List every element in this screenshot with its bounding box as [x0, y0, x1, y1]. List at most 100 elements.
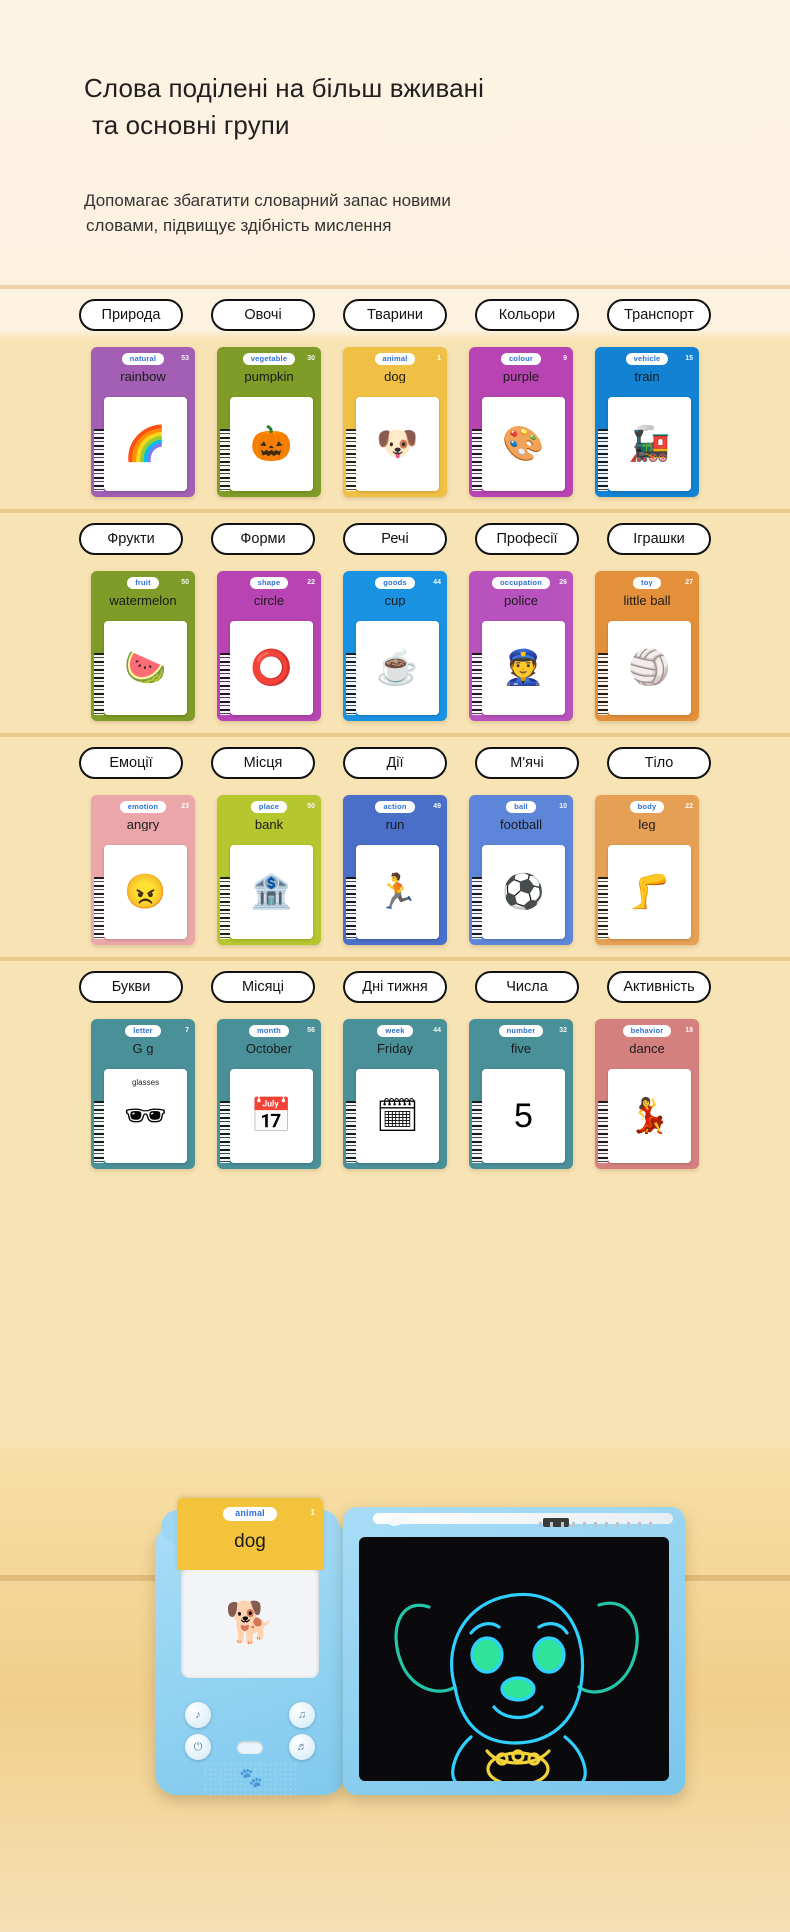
flashcard[interactable]: fruit 50 watermelon 🍉 — [91, 571, 195, 721]
page-subtitle: Допомагає збагатити словарний запас нови… — [0, 188, 790, 239]
barcode-strip-icon — [220, 653, 230, 715]
flashcard-image-icon: 🏦 — [250, 873, 293, 911]
flashcard[interactable]: toy 27 little ball 🏐 — [595, 571, 699, 721]
music-note-button[interactable]: ♪ — [185, 1702, 211, 1728]
flashcard-image-icon: 🌈 — [124, 425, 167, 463]
volume-button[interactable]: ♬ — [289, 1734, 315, 1760]
power-button[interactable]: ⏻ — [185, 1734, 211, 1760]
barcode-strip-icon — [220, 1101, 230, 1163]
device-button-row-top: ♪ ♫ — [185, 1702, 315, 1728]
device-card-slot[interactable]: 🐕 — [181, 1566, 319, 1678]
barcode-strip-icon — [472, 1101, 482, 1163]
flashcard-word: little ball — [623, 594, 671, 608]
category-chip[interactable]: Транспорт — [607, 299, 711, 331]
flashcard[interactable]: goods 44 cup ☕ — [343, 571, 447, 721]
flashcard-word: police — [504, 594, 538, 608]
barcode-strip-icon — [598, 653, 608, 715]
flashcard[interactable]: ball 10 football ⚽ — [469, 795, 573, 945]
category-chip[interactable]: Тіло — [607, 747, 711, 779]
flashcard-illustration: ⭕ — [230, 621, 313, 715]
flashcard-illustration: 🏐 — [608, 621, 691, 715]
flashcard-number: 44 — [433, 579, 441, 586]
flashcard[interactable]: action 49 run 🏃 — [343, 795, 447, 945]
category-chip[interactable]: Місця — [211, 747, 315, 779]
page-title-line-2: та основні групи — [92, 109, 290, 140]
barcode-strip-icon — [220, 877, 230, 939]
category-chip[interactable]: Місяці — [211, 971, 315, 1003]
flashcard[interactable]: animal 1 dog 🐶 — [343, 347, 447, 497]
shelf-divider — [0, 733, 790, 737]
flashcard[interactable]: week 44 Friday 🗓 — [343, 1019, 447, 1169]
flashcard-device: 🐕 animal 1 dog ♪ ♫ ⏻ ♬ 🐾 — [155, 1485, 685, 1796]
flashcard-word: football — [500, 818, 542, 832]
category-chip[interactable]: Фрукти — [79, 523, 183, 555]
barcode-strip-icon — [598, 877, 608, 939]
flashcard-word: cup — [384, 594, 406, 608]
category-chip[interactable]: Дні тижня — [343, 971, 447, 1003]
flashcard-image-icon: 🦵 — [628, 873, 671, 911]
flashcard-illustration: ⚽ — [482, 845, 565, 939]
page-subtitle-line-2: словами, підвищує здібність мислення — [86, 216, 392, 236]
flashcard-image-icon: 🍉 — [124, 649, 167, 687]
category-chip[interactable]: Овочі — [211, 299, 315, 331]
flashcard[interactable]: shape 22 circle ⭕ — [217, 571, 321, 721]
flashcard-word: purple — [502, 370, 540, 384]
category-chip[interactable]: Числа — [475, 971, 579, 1003]
flashcard-word: October — [245, 1042, 293, 1056]
flashcard[interactable]: letter 7 G g glasses 🕶 — [91, 1019, 195, 1169]
mode-switch-toggle[interactable] — [237, 1740, 263, 1754]
flashcard[interactable]: behavior 18 dance 💃 — [595, 1019, 699, 1169]
flashcard-number: 15 — [685, 355, 693, 362]
category-chip[interactable]: Тварини — [343, 299, 447, 331]
flashcard-illustration-label: glasses — [131, 1078, 160, 1087]
flashcard-number: 10 — [559, 803, 567, 810]
lcd-screen[interactable] — [359, 1537, 669, 1781]
flashcard-image-icon: 😠 — [124, 873, 167, 911]
flashcard-header: fruit 50 watermelon — [91, 571, 195, 617]
flashcard[interactable]: natural 53 rainbow 🌈 — [91, 347, 195, 497]
flashcard-header: body 22 leg — [595, 795, 699, 841]
flashcard[interactable]: body 22 leg 🦵 — [595, 795, 699, 945]
flashcard-category-tag: number — [498, 1025, 544, 1038]
flashcard-category-tag: occupation — [491, 577, 550, 590]
flashcard[interactable]: colour 9 purple 🎨 — [469, 347, 573, 497]
flashcard[interactable]: vehicle 15 train 🚂 — [595, 347, 699, 497]
flashcard-image-icon: ⚽ — [502, 873, 545, 911]
flashcard-illustration: 🏦 — [230, 845, 313, 939]
category-chip[interactable]: Кольори — [475, 299, 579, 331]
category-chip[interactable]: Дії — [343, 747, 447, 779]
flashcard[interactable]: occupation 26 police 👮 — [469, 571, 573, 721]
flashcard-image-icon: ⭕ — [250, 649, 293, 687]
flashcard-category-tag: place — [250, 801, 288, 814]
flashcard-illustration: glasses 🕶 — [104, 1069, 187, 1163]
barcode-strip-icon — [94, 877, 104, 939]
category-chip[interactable]: Емоції — [79, 747, 183, 779]
flashcard[interactable]: month 56 October 📅 — [217, 1019, 321, 1169]
flashcard-illustration: 😠 — [104, 845, 187, 939]
flashcard-header: animal 1 dog — [343, 347, 447, 393]
flashcard[interactable]: place 50 bank 🏦 — [217, 795, 321, 945]
flashcard-header: vegetable 30 pumpkin — [217, 347, 321, 393]
category-chip[interactable]: Форми — [211, 523, 315, 555]
category-chip[interactable]: Іграшки — [607, 523, 711, 555]
inserted-flashcard[interactable]: animal 1 dog — [177, 1498, 323, 1570]
flashcard-header: colour 9 purple — [469, 347, 573, 393]
flashcard[interactable]: emotion 23 angry 😠 — [91, 795, 195, 945]
flashcard-category-tag: letter — [125, 1025, 161, 1038]
category-chip[interactable]: Букви — [79, 971, 183, 1003]
category-chip[interactable]: Природа — [79, 299, 183, 331]
flashcard-image-icon: 🎃 — [250, 425, 293, 463]
lcd-writing-tablet[interactable] — [343, 1507, 685, 1795]
flashcard[interactable]: vegetable 30 pumpkin 🎃 — [217, 347, 321, 497]
category-chip[interactable]: Речі — [343, 523, 447, 555]
flashcard-header: goods 44 cup — [343, 571, 447, 617]
category-chip[interactable]: Активність — [607, 971, 711, 1003]
music-note-button-2[interactable]: ♫ — [289, 1702, 315, 1728]
flashcard-image-icon: ☕ — [376, 649, 419, 687]
category-chip[interactable]: Професії — [475, 523, 579, 555]
category-chip[interactable]: М'ячі — [475, 747, 579, 779]
flashcard[interactable]: number 32 five 5 — [469, 1019, 573, 1169]
flashcard-image-icon: 👮 — [502, 649, 545, 687]
flashcard-category-tag: behavior — [622, 1025, 672, 1038]
stylus-pen[interactable] — [373, 1513, 673, 1528]
